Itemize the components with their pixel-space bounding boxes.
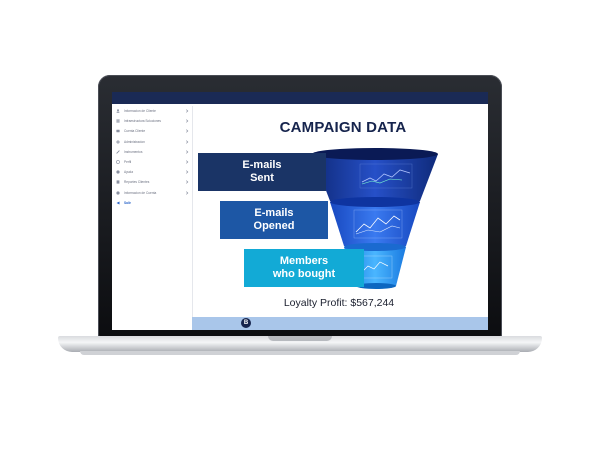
sidebar-item-infrastructure[interactable]: Infraestructura Soluciones bbox=[112, 116, 192, 126]
sidebar-item-administration[interactable]: Administracion bbox=[112, 137, 192, 147]
stage-members-bought: Members who bought bbox=[244, 249, 364, 287]
sidebar-item-instruments[interactable]: Instrumentos bbox=[112, 147, 192, 157]
gear-icon bbox=[116, 140, 120, 144]
sidebar-item-label: Reportes Clientes bbox=[124, 180, 150, 185]
sidebar-item-label: Salir bbox=[124, 200, 131, 205]
stage-label-line1: E-mails bbox=[242, 159, 282, 171]
sidebar: Informacion de Cliente Infraestructura S… bbox=[112, 106, 193, 330]
help-icon bbox=[116, 170, 120, 174]
sidebar-item-account-info[interactable]: Informacion de Cuenta bbox=[112, 188, 192, 198]
chevron-right-icon bbox=[185, 139, 189, 144]
sidebar-item-customer-info[interactable]: Informacion de Cliente bbox=[112, 106, 192, 116]
laptop-screen: Informacion de Cliente Infraestructura S… bbox=[112, 92, 488, 330]
server-icon bbox=[116, 119, 120, 123]
stage-emails-opened: E-mails Opened bbox=[220, 201, 328, 239]
sidebar-item-profile[interactable]: Perfil bbox=[112, 157, 192, 167]
funnel-tier-opened bbox=[330, 197, 420, 246]
stage-label-line1: E-mails bbox=[254, 207, 294, 219]
sidebar-item-label: Perfil bbox=[124, 160, 132, 165]
info-icon bbox=[116, 190, 120, 195]
wallet-icon bbox=[116, 129, 120, 133]
funnel-tier-sent bbox=[312, 148, 438, 201]
report-icon bbox=[116, 180, 120, 185]
stage-label-line2: Opened bbox=[253, 220, 295, 232]
top-bar bbox=[112, 92, 488, 104]
stage-label-line1: Members bbox=[279, 255, 329, 267]
sidebar-item-logout[interactable]: Salir bbox=[112, 198, 192, 208]
page-title: CAMPAIGN DATA bbox=[279, 119, 407, 136]
sidebar-item-label: Administracion bbox=[124, 139, 145, 144]
sidebar-item-reports[interactable]: Reportes Clientes bbox=[112, 177, 192, 187]
chevron-right-icon bbox=[185, 160, 189, 164]
sidebar-item-help[interactable]: Ayuda bbox=[112, 167, 192, 177]
profile-icon bbox=[116, 160, 120, 164]
stage-label-line2: Sent bbox=[250, 172, 274, 184]
user-icon bbox=[116, 109, 120, 113]
sidebar-item-label: Cuenta Cliente bbox=[124, 129, 146, 134]
sidebar-item-label: Informacion de Cliente bbox=[124, 109, 156, 114]
sidebar-item-label: Informacion de Cuenta bbox=[124, 190, 157, 195]
sidebar-item-label: Infraestructura Soluciones bbox=[124, 119, 162, 124]
chevron-right-icon bbox=[185, 129, 189, 134]
chevron-right-icon bbox=[185, 170, 189, 174]
stage-emails-sent: E-mails Sent bbox=[198, 153, 326, 191]
chevron-right-icon bbox=[185, 119, 189, 123]
sidebar-item-label: Ayuda bbox=[124, 170, 133, 175]
laptop-notch bbox=[268, 336, 332, 341]
loyalty-profit: Loyalty Profit: $567,244 bbox=[283, 297, 395, 309]
slide-content: CAMPAIGN DATA E-mails Sent E-mails Opene… bbox=[192, 106, 488, 330]
chevron-right-icon bbox=[185, 150, 189, 154]
info-button[interactable]: B bbox=[241, 318, 251, 328]
chevron-right-icon bbox=[185, 190, 189, 195]
stage-label-line2: who bought bbox=[272, 268, 336, 280]
bottom-bar bbox=[192, 317, 488, 330]
chevron-right-icon bbox=[185, 109, 189, 113]
sidebar-item-label: Instrumentos bbox=[124, 149, 143, 154]
logout-icon bbox=[116, 201, 120, 205]
laptop-shadow bbox=[80, 351, 520, 355]
tools-icon bbox=[116, 150, 120, 154]
sidebar-item-customer-account[interactable]: Cuenta Cliente bbox=[112, 126, 192, 136]
chevron-right-icon bbox=[185, 180, 189, 184]
